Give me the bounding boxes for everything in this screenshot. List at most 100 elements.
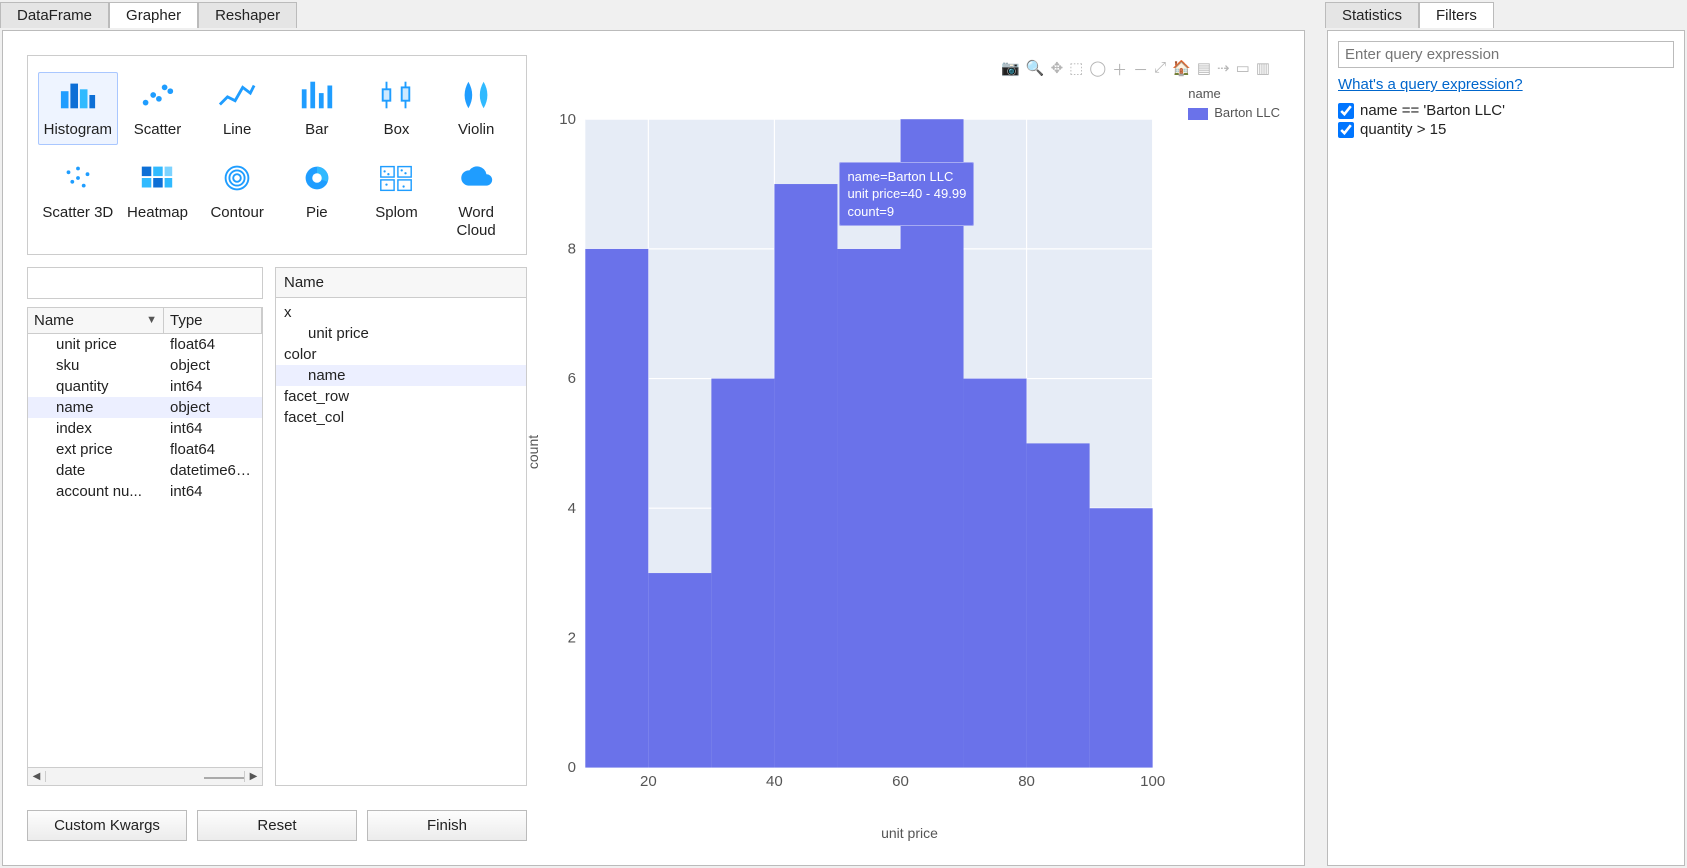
chart-type-splom[interactable]: Splom: [357, 155, 437, 246]
tab-filters[interactable]: Filters: [1419, 2, 1494, 28]
assignment-facet_col[interactable]: facet_col: [276, 407, 526, 428]
spike-icon[interactable]: ▤: [1197, 59, 1211, 80]
lasso-icon[interactable]: ◯: [1089, 59, 1106, 80]
left-controls: HistogramScatterLineBarBoxViolin Scatter …: [27, 55, 527, 841]
column-filter-input[interactable]: [27, 267, 263, 299]
chart-type-heatmap[interactable]: Heatmap: [118, 155, 198, 246]
filter-item[interactable]: quantity > 15: [1338, 120, 1674, 139]
columns-table: Name ▼ Type unit pricefloat64skuobjectqu…: [27, 307, 263, 786]
histogram-icon: [59, 79, 97, 115]
chart-type-bar[interactable]: Bar: [277, 72, 357, 145]
column-row[interactable]: quantityint64: [28, 376, 262, 397]
bar-bin-8[interactable]: [1090, 508, 1153, 767]
query-help-link[interactable]: What's a query expression?: [1338, 76, 1523, 93]
column-row[interactable]: datedatetime64[n: [28, 460, 262, 481]
chart-type-wordcloud[interactable]: Word Cloud: [436, 155, 516, 246]
svg-text:0: 0: [568, 759, 576, 776]
legend-item[interactable]: Barton LLC: [1188, 105, 1280, 120]
select-icon[interactable]: ⬚: [1069, 59, 1083, 80]
assignment-x[interactable]: x: [276, 302, 526, 323]
column-row[interactable]: account nu...int64: [28, 481, 262, 502]
custom-kwargs-button[interactable]: Custom Kwargs: [27, 810, 187, 841]
chart-type-contour[interactable]: Contour: [197, 155, 277, 246]
scroll-left-icon[interactable]: ◀: [28, 771, 46, 782]
svg-text:20: 20: [640, 773, 657, 790]
chart-type-line[interactable]: Line: [197, 72, 277, 145]
chart-type-violin[interactable]: Violin: [436, 72, 516, 145]
grapher-frame: HistogramScatterLineBarBoxViolin Scatter …: [2, 30, 1305, 866]
bar-bin-4[interactable]: [837, 249, 900, 768]
line-icon: [218, 79, 256, 115]
filter-label: name == 'Barton LLC': [1360, 102, 1505, 119]
chart-type-histogram[interactable]: Histogram: [38, 72, 118, 145]
bar-bin-2[interactable]: [711, 379, 774, 768]
bar-bin-0[interactable]: [585, 249, 648, 768]
svg-text:40: 40: [766, 773, 783, 790]
button-row: Custom Kwargs Reset Finish: [27, 810, 527, 841]
side-tabbar: StatisticsFilters: [1325, 0, 1687, 28]
column-row[interactable]: skuobject: [28, 355, 262, 376]
chart-type-box[interactable]: Box: [357, 72, 437, 145]
bar-bin-6[interactable]: [964, 379, 1027, 768]
svg-text:2: 2: [568, 630, 576, 647]
filter-checkbox[interactable]: [1338, 122, 1354, 138]
assignments-panel: Name xunit pricecolornamefacet_rowfacet_…: [275, 267, 527, 786]
pan-icon[interactable]: ✥: [1051, 59, 1064, 80]
finish-button[interactable]: Finish: [367, 810, 527, 841]
tab-statistics[interactable]: Statistics: [1325, 2, 1419, 28]
reset-icon[interactable]: 🏠: [1172, 59, 1191, 80]
bar-bin-1[interactable]: [648, 573, 711, 768]
logo-icon[interactable]: ▥: [1256, 59, 1270, 80]
heatmap-icon: [138, 162, 176, 198]
column-row[interactable]: unit pricefloat64: [28, 334, 262, 355]
tab-reshaper[interactable]: Reshaper: [198, 2, 297, 28]
assignment-color[interactable]: color: [276, 344, 526, 365]
chart-legend: name Barton LLC: [1188, 86, 1280, 120]
filter-item[interactable]: name == 'Barton LLC': [1338, 101, 1674, 120]
assignment-value[interactable]: name: [276, 365, 526, 386]
ruler-icon[interactable]: ⇢: [1217, 59, 1230, 80]
reset-button[interactable]: Reset: [197, 810, 357, 841]
box-icon: [377, 79, 415, 115]
column-row[interactable]: ext pricefloat64: [28, 439, 262, 460]
violin-icon: [457, 79, 495, 115]
scatter-icon: [138, 79, 176, 115]
toggle-icon[interactable]: ▭: [1236, 59, 1250, 80]
col-header-type[interactable]: Type: [164, 308, 262, 333]
assignments-header: Name: [276, 268, 526, 298]
col-header-name[interactable]: Name ▼: [28, 308, 164, 333]
chart-tooltip: name=Barton LLCunit price=40 - 49.99coun…: [839, 162, 974, 227]
x-axis-title: unit price: [539, 825, 1280, 841]
assignment-facet_row[interactable]: facet_row: [276, 386, 526, 407]
column-row[interactable]: nameobject: [28, 397, 262, 418]
camera-icon[interactable]: 📷: [1001, 59, 1020, 80]
pie-icon: [298, 162, 336, 198]
columns-header: Name ▼ Type: [28, 308, 262, 334]
zoom-out-icon[interactable]: －: [1133, 59, 1148, 80]
chart-type-scatter3d[interactable]: Scatter 3D: [38, 155, 118, 246]
filter-checkbox[interactable]: [1338, 103, 1354, 119]
bar-bin-3[interactable]: [774, 184, 837, 768]
main-tabbar: DataFrameGrapherReshaper: [0, 0, 1307, 28]
plotly-modebar: 📷 🔍 ✥⬚ ◯ ＋ － ⤢ 🏠 ▤ ⇢ ▭ ▥: [991, 55, 1280, 84]
scroll-right-icon[interactable]: ▶: [244, 771, 262, 782]
bar-bin-7[interactable]: [1027, 443, 1090, 767]
tab-grapher[interactable]: Grapher: [109, 2, 198, 28]
filters-frame: What's a query expression? name == 'Bart…: [1327, 30, 1685, 866]
assignment-value[interactable]: unit price: [276, 323, 526, 344]
tab-dataframe[interactable]: DataFrame: [0, 2, 109, 28]
svg-text:8: 8: [568, 241, 576, 258]
chart-type-scatter[interactable]: Scatter: [118, 72, 198, 145]
zoom-icon[interactable]: 🔍: [1026, 59, 1045, 80]
chart-type-pie[interactable]: Pie: [277, 155, 357, 246]
query-input[interactable]: [1338, 41, 1674, 68]
zoom-in-icon[interactable]: ＋: [1112, 59, 1127, 80]
svg-text:80: 80: [1018, 773, 1035, 790]
filter-label: quantity > 15: [1360, 121, 1446, 138]
svg-text:10: 10: [559, 111, 576, 128]
main-area: DataFrameGrapherReshaper HistogramScatte…: [0, 0, 1307, 868]
column-row[interactable]: indexint64: [28, 418, 262, 439]
horizontal-scrollbar[interactable]: ◀ ▶: [28, 767, 262, 785]
svg-text:6: 6: [568, 370, 576, 387]
autoscale-icon[interactable]: ⤢: [1154, 59, 1166, 80]
